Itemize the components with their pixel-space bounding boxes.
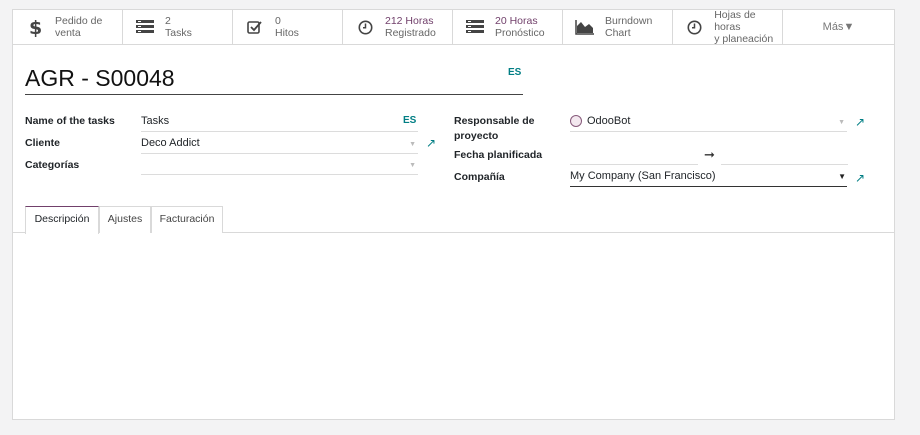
client-value: Deco Addict (141, 137, 200, 149)
milestones-count: 0 (275, 15, 281, 27)
timesheets-line1: Hojas de horas (714, 9, 756, 33)
milestones-button[interactable]: 0 Hitos (233, 10, 343, 44)
categories-label: Categorías (25, 159, 80, 171)
external-link-icon[interactable]: ↗ (426, 136, 436, 150)
clock-icon (355, 17, 375, 37)
burndown-chart-button[interactable]: Burndown Chart (563, 10, 673, 44)
tasks-name-input[interactable]: Tasks (141, 112, 418, 132)
tab-description[interactable]: Descripción (25, 206, 99, 234)
chevron-down-icon: ▼ (409, 162, 416, 169)
burndown-line1: Burndown (605, 15, 653, 27)
tasks-count: 2 (165, 15, 171, 27)
timesheets-line2: y planeación (714, 33, 774, 45)
company-label: Compañía (454, 171, 505, 183)
hours-forecast-value: 20 Horas (495, 15, 538, 27)
external-link-icon[interactable]: ↗ (855, 115, 865, 129)
more-label: Más (822, 21, 844, 33)
hours-recorded-button[interactable]: 212 Horas Registrado (343, 10, 453, 44)
client-label: Cliente (25, 137, 61, 149)
tab-invoicing[interactable]: Facturación (151, 206, 223, 233)
chevron-down-icon: ▼ (838, 119, 845, 126)
hours-forecast-label: Pronóstico (495, 27, 545, 39)
hours-recorded-label: Registrado (385, 27, 436, 39)
chevron-down-icon: ▼ (838, 172, 846, 181)
timesheets-planning-button[interactable]: Hojas de horas y planeación (673, 9, 783, 45)
tasks-name-label: Name of the tasks (25, 115, 115, 127)
tasks-icon (135, 17, 155, 37)
planned-end-input[interactable] (721, 145, 848, 165)
hours-forecast-button[interactable]: 20 Horas Pronóstico (453, 10, 563, 44)
checkbox-icon (245, 17, 265, 37)
sale-order-line2: venta (55, 27, 81, 39)
tasks-name-value: Tasks (141, 115, 170, 127)
chevron-down-icon: ▼ (843, 21, 855, 33)
tasks-button[interactable]: 2 Tasks (123, 10, 233, 44)
manager-label: Responsable de proyecto (454, 115, 535, 142)
tasks-icon (465, 17, 485, 37)
hours-recorded-value: 212 Horas (385, 15, 434, 27)
form-sheet: $ Pedido de venta 2 Tasks 0 Hitos 212 Horas… (12, 9, 895, 420)
clock-icon (685, 17, 704, 37)
categories-select[interactable]: ▼ (141, 155, 418, 175)
manager-value: OdooBot (587, 115, 631, 127)
tasks-label: Tasks (165, 27, 192, 39)
milestones-label: Hitos (275, 27, 299, 39)
tasks-name-language-toggle[interactable]: ES (403, 115, 416, 126)
burndown-line2: Chart (605, 27, 631, 39)
dollar-icon: $ (25, 17, 45, 37)
arrow-right-icon: ➞ (704, 147, 715, 162)
sale-order-line1: Pedido de (55, 15, 103, 27)
planned-start-input[interactable] (570, 145, 698, 165)
svg-text:$: $ (29, 17, 42, 37)
external-link-icon[interactable]: ↗ (855, 171, 865, 185)
project-title[interactable]: AGR - S00048 (25, 65, 523, 95)
manager-select[interactable]: OdooBot ▼ (570, 112, 847, 132)
sale-order-button[interactable]: $ Pedido de venta (13, 10, 123, 44)
tab-settings[interactable]: Ajustes (99, 206, 151, 233)
planned-date-label: Fecha planificada (454, 149, 543, 161)
chevron-down-icon: ▼ (409, 141, 416, 148)
title-language-toggle[interactable]: ES (508, 67, 521, 78)
avatar (570, 115, 582, 127)
smart-button-box: $ Pedido de venta 2 Tasks 0 Hitos 212 Horas… (13, 9, 894, 45)
client-select[interactable]: Deco Addict ▼ (141, 134, 418, 154)
more-button[interactable]: Más ▼ (783, 10, 894, 44)
company-select[interactable]: My Company (San Francisco) ▼ (570, 167, 847, 187)
notebook-tabs: Descripción Ajustes Facturación (13, 206, 894, 234)
company-value: My Company (San Francisco) (570, 170, 716, 182)
area-chart-icon (575, 17, 595, 37)
